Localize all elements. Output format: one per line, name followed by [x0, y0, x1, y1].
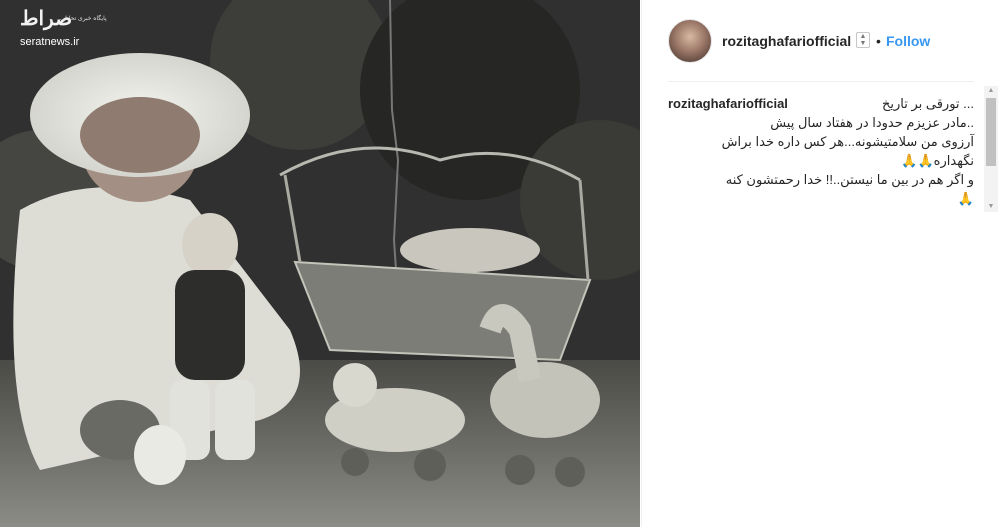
vintage-photo-illustration — [0, 0, 640, 527]
scrollbar-thumb[interactable] — [986, 98, 996, 166]
profile-avatar[interactable] — [668, 19, 712, 63]
triangle-up-icon[interactable]: ▲ — [984, 86, 998, 96]
panel-divider — [641, 0, 642, 527]
caption-line: آرزوی من سلامتیشونه...هر کس داره خدا برا… — [721, 134, 974, 149]
caption-line: ..مادر عزیزم حدودا در هفتاد سال پیش — [770, 115, 974, 130]
caption-scrollbar[interactable]: ▲ ▼ — [984, 86, 998, 212]
separator-dot: • — [876, 33, 881, 49]
header-divider — [668, 81, 974, 82]
caption-line: 🙏 — [957, 191, 974, 206]
watermark-tagline: پایگاه خبری تحلیلی — [60, 16, 107, 22]
post-username[interactable]: rozitaghafariofficial — [722, 33, 851, 49]
post-photo: صراط پایگاه خبری تحلیلی seratnews.ir — [0, 0, 640, 527]
post-caption: rozitaghafariofficial ... تورقی بر تاریخ… — [668, 94, 974, 208]
follow-button[interactable]: Follow — [886, 33, 930, 49]
caption-username[interactable]: rozitaghafariofficial — [668, 94, 788, 113]
watermark: صراط پایگاه خبری تحلیلی seratnews.ir — [14, 6, 134, 52]
triangle-down-icon[interactable]: ▼ — [984, 202, 998, 212]
caption-line: و اگر هم در بین ما نیستن..!! خدا رحمتشون… — [725, 172, 974, 187]
watermark-site: seratnews.ir — [20, 36, 80, 48]
caption-line: نگهداره🙏🙏 — [901, 153, 974, 168]
sort-arrows-icon: ▲ ▼ — [856, 32, 870, 48]
